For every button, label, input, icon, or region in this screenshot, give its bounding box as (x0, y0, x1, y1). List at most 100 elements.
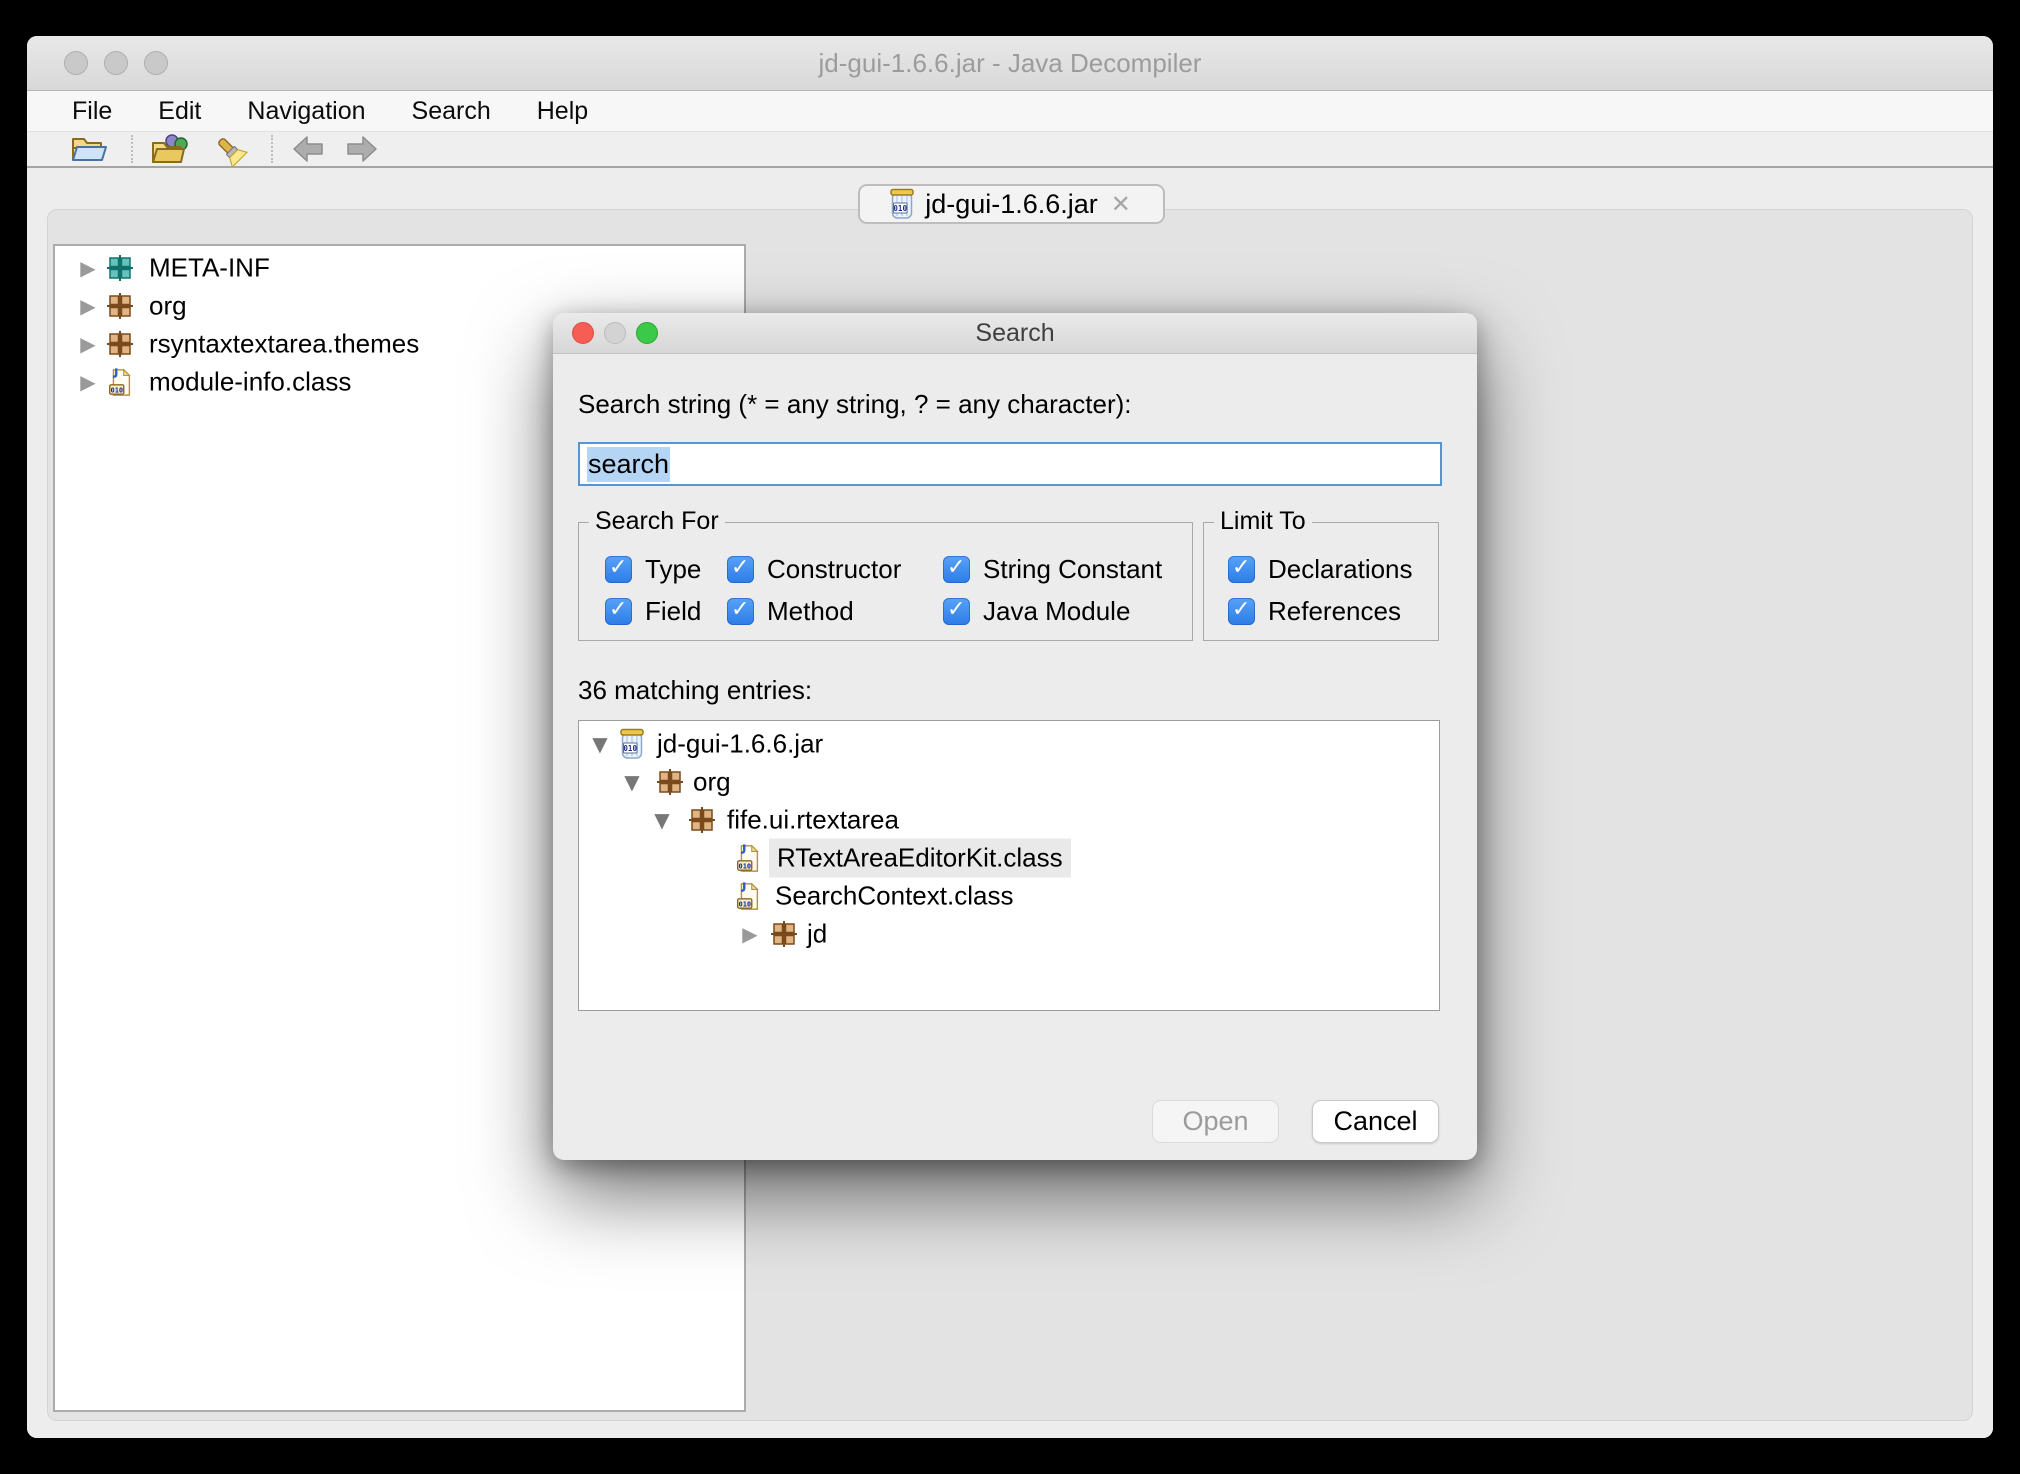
package-icon (657, 769, 683, 795)
dialog-close-button[interactable] (572, 322, 594, 344)
back-button[interactable] (291, 135, 325, 163)
folder-search-icon (151, 134, 189, 164)
checkbox-string-constant[interactable]: String Constant (943, 555, 1162, 583)
result-row-jar[interactable]: jd-gui-1.6.6.jar (579, 725, 1439, 763)
checkbox-checked-icon[interactable] (727, 556, 754, 583)
zoom-button[interactable] (144, 51, 168, 75)
window-title: jd-gui-1.6.6.jar - Java Decompiler (819, 48, 1202, 79)
checkbox-constructor[interactable]: Constructor (727, 555, 901, 583)
class-file-icon (735, 843, 761, 873)
checkbox-label: Type (645, 554, 701, 585)
checkbox-checked-icon[interactable] (943, 598, 970, 625)
checkbox-label: Declarations (1268, 554, 1413, 585)
dialog-minimize-button (604, 322, 626, 344)
cancel-button[interactable]: Cancel (1312, 1100, 1439, 1143)
search-dialog: Search Search string (* = any string, ? … (553, 313, 1477, 1160)
class-file-icon (107, 367, 133, 397)
chevron-down-icon[interactable] (589, 734, 611, 754)
chevron-right-icon[interactable] (739, 924, 761, 944)
checkbox-type[interactable]: Type (605, 555, 701, 583)
limit-to-legend: Limit To (1214, 507, 1312, 536)
checkbox-label: References (1268, 596, 1401, 627)
menu-help[interactable]: Help (537, 97, 588, 126)
search-for-group: Search For Type Constructor String Const… (578, 522, 1193, 641)
checkbox-references[interactable]: References (1228, 597, 1401, 625)
dialog-traffic-lights (572, 322, 658, 344)
chevron-down-icon[interactable] (621, 772, 643, 792)
checkbox-checked-icon[interactable] (1228, 556, 1255, 583)
result-label: jd (807, 919, 827, 950)
tree-row-meta-inf[interactable]: META-INF (55, 249, 744, 287)
package-icon (107, 331, 133, 357)
tree-item-label: rsyntaxtextarea.themes (149, 329, 419, 360)
forward-button[interactable] (345, 135, 379, 163)
close-button[interactable] (64, 51, 88, 75)
result-row-rtextareaeditorkit[interactable]: RTextAreaEditorKit.class (579, 839, 1439, 877)
matching-entries-label: 36 matching entries: (578, 675, 812, 706)
tab-jd-gui-jar[interactable]: jd-gui-1.6.6.jar (858, 184, 1165, 224)
tree-item-label: org (149, 291, 187, 322)
menu-navigation[interactable]: Navigation (247, 97, 365, 126)
dialog-titlebar[interactable]: Search (553, 313, 1477, 354)
checkbox-label: Constructor (767, 554, 901, 585)
package-icon (771, 921, 797, 947)
menu-search[interactable]: Search (412, 97, 491, 126)
chevron-right-icon[interactable] (77, 296, 99, 316)
checkbox-field[interactable]: Field (605, 597, 701, 625)
toolbar (27, 132, 1993, 168)
package-icon (689, 807, 715, 833)
traffic-lights (64, 51, 168, 75)
search-for-legend: Search For (589, 507, 725, 536)
search-string-label: Search string (* = any string, ? = any c… (578, 389, 1131, 420)
minimize-button[interactable] (104, 51, 128, 75)
menu-edit[interactable]: Edit (158, 97, 201, 126)
result-label: jd-gui-1.6.6.jar (657, 729, 823, 760)
toolbar-separator (271, 135, 273, 163)
tab-close-icon[interactable] (1108, 189, 1134, 219)
menu-bar: File Edit Navigation Search Help (27, 91, 1993, 132)
open-button[interactable]: Open (1152, 1100, 1279, 1143)
checkbox-checked-icon[interactable] (1228, 598, 1255, 625)
checkbox-label: Field (645, 596, 701, 627)
checkbox-label: Method (767, 596, 854, 627)
chevron-right-icon[interactable] (77, 372, 99, 392)
chevron-right-icon[interactable] (77, 258, 99, 278)
chevron-right-icon[interactable] (77, 334, 99, 354)
checkbox-checked-icon[interactable] (943, 556, 970, 583)
result-row-jd[interactable]: jd (579, 915, 1439, 953)
result-label: SearchContext.class (775, 881, 1013, 912)
search-button[interactable] (209, 132, 249, 166)
class-file-icon (735, 881, 761, 911)
result-label-selected: RTextAreaEditorKit.class (769, 839, 1071, 878)
checkbox-declarations[interactable]: Declarations (1228, 555, 1413, 583)
jar-icon (619, 728, 645, 760)
result-row-org[interactable]: org (579, 763, 1439, 801)
menu-file[interactable]: File (72, 97, 112, 126)
checkbox-checked-icon[interactable] (727, 598, 754, 625)
result-row-fife[interactable]: fife.ui.rtextarea (579, 801, 1439, 839)
tree-item-label: META-INF (149, 253, 270, 284)
search-input[interactable]: search (578, 442, 1442, 486)
open-folder-icon (71, 134, 109, 164)
checkbox-checked-icon[interactable] (605, 556, 632, 583)
result-row-searchcontext[interactable]: SearchContext.class (579, 877, 1439, 915)
checkbox-label: Java Module (983, 596, 1130, 627)
tree-item-label: module-info.class (149, 367, 351, 398)
package-icon (107, 255, 133, 281)
checkbox-java-module[interactable]: Java Module (943, 597, 1130, 625)
dialog-zoom-button[interactable] (636, 322, 658, 344)
package-icon (107, 293, 133, 319)
forward-arrow-icon (345, 135, 379, 163)
back-arrow-icon (291, 135, 325, 163)
checkbox-method[interactable]: Method (727, 597, 854, 625)
open-type-button[interactable] (151, 134, 189, 164)
window-titlebar[interactable]: jd-gui-1.6.6.jar - Java Decompiler (27, 36, 1993, 91)
checkbox-checked-icon[interactable] (605, 598, 632, 625)
flashlight-icon (209, 132, 249, 166)
result-label: org (693, 767, 731, 798)
limit-to-group: Limit To Declarations References (1203, 522, 1439, 641)
chevron-down-icon[interactable] (651, 810, 673, 830)
open-file-button[interactable] (71, 134, 109, 164)
search-results-tree: jd-gui-1.6.6.jar org fife.ui.rtextarea R… (578, 720, 1440, 1011)
selected-text: search (587, 447, 670, 482)
